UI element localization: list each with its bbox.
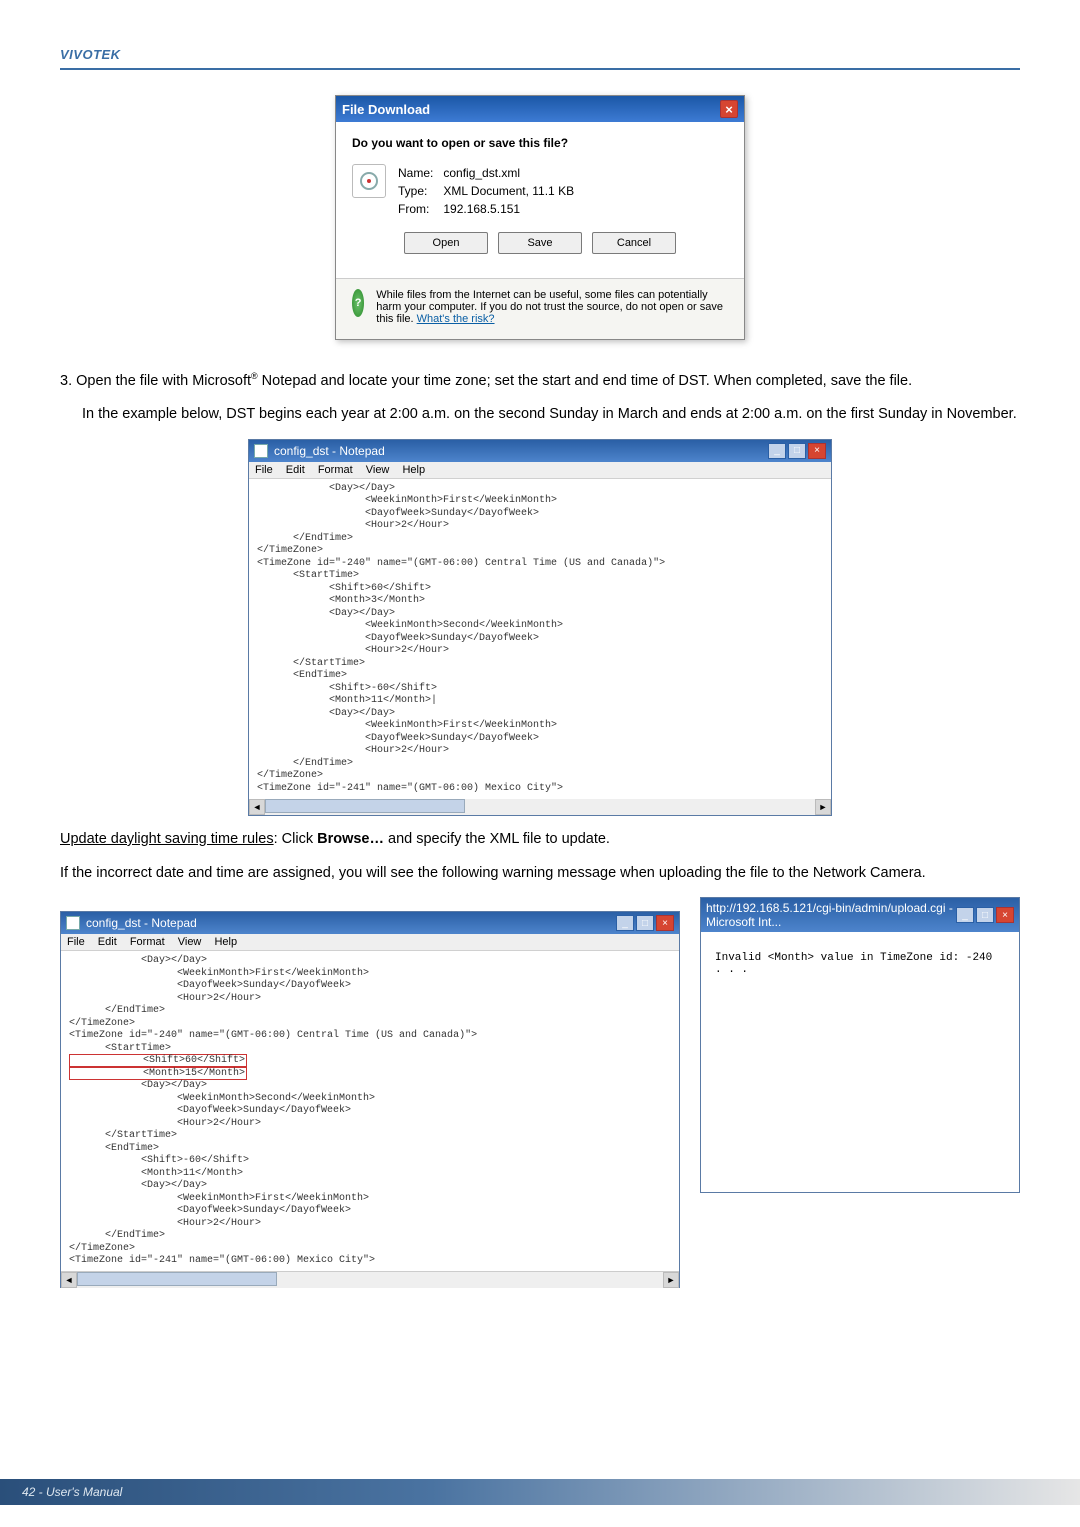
horizontal-scrollbar[interactable]: ◄ ► xyxy=(61,1271,679,1287)
notepad-menu: File Edit Format View Help xyxy=(249,462,831,479)
step-3: 3. Open the file with Microsoft® Notepad… xyxy=(60,370,1020,391)
brand-text: VIVOTEK xyxy=(60,47,121,62)
notepad-window-1: config_dst - Notepad _ □ × File Edit For… xyxy=(248,439,832,816)
document-icon xyxy=(66,916,80,930)
menu-file[interactable]: File xyxy=(255,464,273,476)
notepad-title: config_dst - Notepad xyxy=(274,444,385,458)
step-number: 3. xyxy=(60,373,72,389)
maximize-icon[interactable]: □ xyxy=(976,907,994,923)
notepad-title: config_dst - Notepad xyxy=(86,916,197,930)
close-icon[interactable]: × xyxy=(808,443,826,459)
type-value: XML Document, 11.1 KB xyxy=(443,184,574,198)
notepad-menu: File Edit Format View Help xyxy=(61,934,679,951)
step3-text-b: Notepad and locate your time zone; set t… xyxy=(258,373,912,389)
name-value: config_dst.xml xyxy=(443,166,520,180)
menu-edit[interactable]: Edit xyxy=(98,936,117,948)
scroll-right-icon[interactable]: ► xyxy=(815,799,831,815)
save-button[interactable]: Save xyxy=(498,232,582,254)
menu-help[interactable]: Help xyxy=(402,464,425,476)
example-para: In the example below, DST begins each ye… xyxy=(82,405,1020,425)
dialog-question: Do you want to open or save this file? xyxy=(352,136,728,150)
minimize-icon[interactable]: _ xyxy=(956,907,974,923)
notepad-titlebar: config_dst - Notepad _ □ × xyxy=(249,440,831,462)
warning-para: If the incorrect date and time are assig… xyxy=(60,864,1020,884)
xml-file-icon xyxy=(352,164,386,198)
document-icon xyxy=(254,444,268,458)
menu-edit[interactable]: Edit xyxy=(286,464,305,476)
notepad-titlebar: config_dst - Notepad _ □ × xyxy=(61,912,679,934)
horizontal-scrollbar[interactable]: ◄ ► xyxy=(249,799,831,815)
update-lead: Update daylight saving time rules xyxy=(60,831,274,847)
update-rest: : Click xyxy=(274,831,318,847)
maximize-icon[interactable]: □ xyxy=(788,443,806,459)
close-icon[interactable]: × xyxy=(720,100,738,118)
page-header: VIVOTEK xyxy=(60,40,1020,70)
minimize-icon[interactable]: _ xyxy=(616,915,634,931)
notepad-window-2: config_dst - Notepad _ □ × File Edit For… xyxy=(60,911,680,1288)
step3-text-a: Open the file with Microsoft xyxy=(76,373,251,389)
menu-format[interactable]: Format xyxy=(318,464,353,476)
ie-title-text: http://192.168.5.121/cgi-bin/admin/uploa… xyxy=(706,901,956,929)
type-label: Type: xyxy=(398,182,440,200)
footer-text: 42 - User's Manual xyxy=(22,1485,122,1499)
whats-the-risk-link[interactable]: What's the risk? xyxy=(417,313,495,325)
file-download-dialog: File Download × Do you want to open or s… xyxy=(335,95,745,340)
scroll-thumb[interactable] xyxy=(77,1272,277,1286)
warning-text: While files from the Internet can be use… xyxy=(376,289,728,325)
scroll-thumb[interactable] xyxy=(265,799,465,813)
close-icon[interactable]: × xyxy=(656,915,674,931)
cancel-button[interactable]: Cancel xyxy=(592,232,676,254)
menu-view[interactable]: View xyxy=(366,464,390,476)
page-footer: 42 - User's Manual xyxy=(0,1479,1080,1505)
scroll-left-icon[interactable]: ◄ xyxy=(61,1272,77,1288)
dialog-title: File Download xyxy=(342,102,430,117)
ie-error-text: Invalid <Month> value in TimeZone id: -2… xyxy=(701,932,1019,1192)
menu-format[interactable]: Format xyxy=(130,936,165,948)
menu-help[interactable]: Help xyxy=(214,936,237,948)
browse-bold: Browse… xyxy=(317,831,384,847)
ie-window: http://192.168.5.121/cgi-bin/admin/uploa… xyxy=(700,897,1020,1193)
notepad-content[interactable]: <Day></Day> <WeekinMonth>First</WeekinMo… xyxy=(61,951,679,1271)
from-value: 192.168.5.151 xyxy=(443,202,520,216)
update-rules-para: Update daylight saving time rules: Click… xyxy=(60,830,1020,850)
from-label: From: xyxy=(398,200,440,218)
maximize-icon[interactable]: □ xyxy=(636,915,654,931)
ie-titlebar: http://192.168.5.121/cgi-bin/admin/uploa… xyxy=(701,898,1019,932)
registered-icon: ® xyxy=(251,371,258,381)
menu-file[interactable]: File xyxy=(67,936,85,948)
update-tail: and specify the XML file to update. xyxy=(384,831,610,847)
notepad-content[interactable]: <Day></Day> <WeekinMonth>First</WeekinMo… xyxy=(249,479,831,799)
minimize-icon[interactable]: _ xyxy=(768,443,786,459)
open-button[interactable]: Open xyxy=(404,232,488,254)
menu-view[interactable]: View xyxy=(178,936,202,948)
close-icon[interactable]: × xyxy=(996,907,1014,923)
file-info: Name: config_dst.xml Type: XML Document,… xyxy=(398,164,574,218)
dialog-titlebar: File Download × xyxy=(336,96,744,122)
name-label: Name: xyxy=(398,164,440,182)
scroll-right-icon[interactable]: ► xyxy=(663,1272,679,1288)
shield-icon: ? xyxy=(352,289,364,317)
scroll-left-icon[interactable]: ◄ xyxy=(249,799,265,815)
